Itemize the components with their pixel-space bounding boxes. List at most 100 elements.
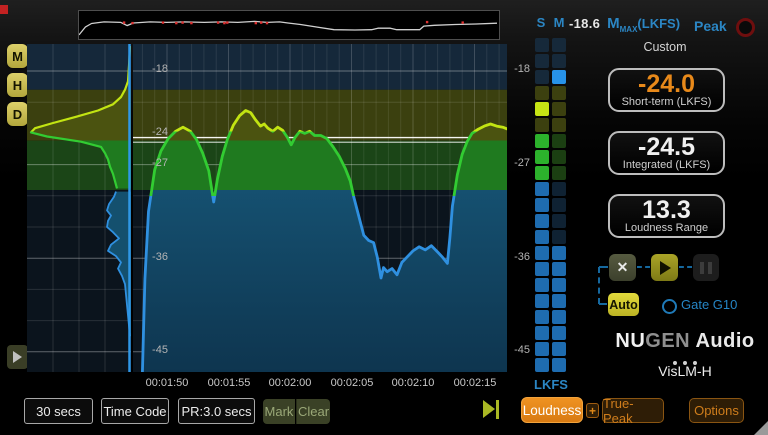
meter-segment (552, 166, 566, 180)
integrated-readout[interactable]: -24.5 Integrated (LKFS) (608, 131, 725, 175)
meter-segment (535, 278, 549, 292)
meter-segment (535, 70, 549, 84)
distribution-canvas (27, 44, 131, 372)
meter-segment (552, 262, 566, 276)
meter-segment (552, 342, 566, 356)
momentary-meter-label: M (549, 15, 569, 30)
meter-scale-tick: -45 (504, 344, 530, 356)
true-peak-tab-button[interactable]: True-Peak (602, 398, 664, 423)
meter-segment (535, 54, 549, 68)
histogram-mode-button[interactable]: H (7, 73, 28, 97)
distribution-mode-button[interactable]: D (7, 102, 28, 126)
momentary-max-unit: (LKFS) (637, 16, 680, 31)
pause-icon (708, 262, 712, 274)
graph-ytick: -27 (147, 157, 173, 169)
meter-segment (535, 214, 549, 228)
meter-segment (552, 102, 566, 116)
meter-segment (552, 358, 566, 372)
clear-button[interactable]: Clear (296, 399, 330, 424)
product-name: VisLM-H (600, 363, 768, 379)
meter-segment (552, 86, 566, 100)
resize-grip[interactable] (754, 421, 768, 435)
loudness-tab-button[interactable]: Loudness (521, 397, 583, 423)
connector-line (598, 267, 600, 304)
meter-segment (535, 230, 549, 244)
meter-segment (535, 102, 549, 116)
play-icon (660, 261, 671, 275)
skip-to-end-icon (496, 400, 499, 419)
short-term-caption: Short-term (LKFS) (610, 96, 723, 109)
meter-segment (535, 262, 549, 276)
time-tick: 00:01:55 (198, 377, 260, 389)
meter-segment (552, 214, 566, 228)
meter-segment (535, 246, 549, 260)
reset-button[interactable]: ✕ (609, 254, 636, 281)
meter-segment (552, 182, 566, 196)
pr-window-button[interactable]: PR:3.0 secs (178, 398, 255, 424)
session-overview-strip[interactable] (78, 10, 500, 40)
loudness-history-graph[interactable] (133, 44, 507, 372)
meter-segment (535, 38, 549, 52)
momentary-mode-button[interactable]: M (7, 44, 28, 68)
meter-scale-tick: -27 (504, 157, 530, 169)
auto-button[interactable]: Auto (608, 293, 639, 316)
run-button[interactable] (651, 254, 678, 281)
vislm-plugin-window: S M -18.6MMAX(LKFS) Peak Custom M H D -1… (0, 0, 768, 435)
meter-segment (535, 310, 549, 324)
time-tick: 00:02:10 (382, 377, 444, 389)
momentary-max-m: M (607, 15, 620, 32)
window-length-button[interactable]: 30 secs (24, 398, 93, 424)
meter-segment (535, 134, 549, 148)
play-icon (13, 351, 22, 363)
meter-segment (552, 150, 566, 164)
preset-name[interactable]: Custom (604, 40, 726, 54)
logo-nu: NU (615, 330, 645, 352)
time-tick: 00:02:05 (321, 377, 383, 389)
connector-line (599, 266, 608, 268)
meter-segment (552, 38, 566, 52)
options-button[interactable]: Options (689, 398, 744, 423)
loudness-distribution-panel[interactable] (27, 44, 131, 372)
time-code-button[interactable]: Time Code (101, 398, 169, 424)
connector-line (637, 266, 650, 268)
meter-scale-tick: -36 (504, 251, 530, 263)
loudness-range-caption: Loudness Range (610, 222, 723, 235)
skip-to-end-button[interactable] (483, 400, 501, 419)
short-term-value: -24.0 (610, 72, 723, 96)
history-play-button[interactable] (7, 345, 28, 369)
meter-segment (552, 54, 566, 68)
graph-ytick: -36 (147, 251, 173, 263)
meter-segment (535, 166, 549, 180)
meter-segment (552, 246, 566, 260)
overview-canvas (79, 11, 497, 37)
meter-segment (535, 294, 549, 308)
gate-radio[interactable] (662, 299, 677, 314)
meter-segment (535, 118, 549, 132)
meter-scale-tick: -18 (504, 63, 530, 75)
integrated-value: -24.5 (610, 135, 723, 159)
meter-segment (535, 326, 549, 340)
peak-indicator-icon[interactable] (736, 18, 755, 37)
loudness-range-readout[interactable]: 13.3 Loudness Range (608, 194, 725, 238)
momentary-max-readout[interactable]: -18.6MMAX(LKFS) (569, 15, 680, 34)
short-term-readout[interactable]: -24.0 Short-term (LKFS) (608, 68, 725, 112)
peak-label: Peak (694, 18, 727, 34)
add-view-button[interactable]: + (586, 403, 599, 418)
mark-button[interactable]: Mark (263, 399, 295, 424)
meter-segment (535, 358, 549, 372)
graph-ytick: -45 (147, 344, 173, 356)
time-tick: 00:02:15 (444, 377, 506, 389)
meter-segment (535, 198, 549, 212)
skip-to-end-icon (483, 400, 495, 418)
momentary-max-sub: MAX (620, 25, 638, 34)
short-term-meter-label: S (531, 15, 551, 30)
meter-segment (535, 182, 549, 196)
connector-line (599, 303, 607, 305)
meter-segment (535, 342, 549, 356)
time-tick: 00:01:50 (136, 377, 198, 389)
meter-segment (535, 150, 549, 164)
pause-button[interactable] (693, 254, 719, 281)
pause-icon (700, 262, 704, 274)
logo-gen: GEN (645, 330, 690, 352)
meter-segment (552, 278, 566, 292)
